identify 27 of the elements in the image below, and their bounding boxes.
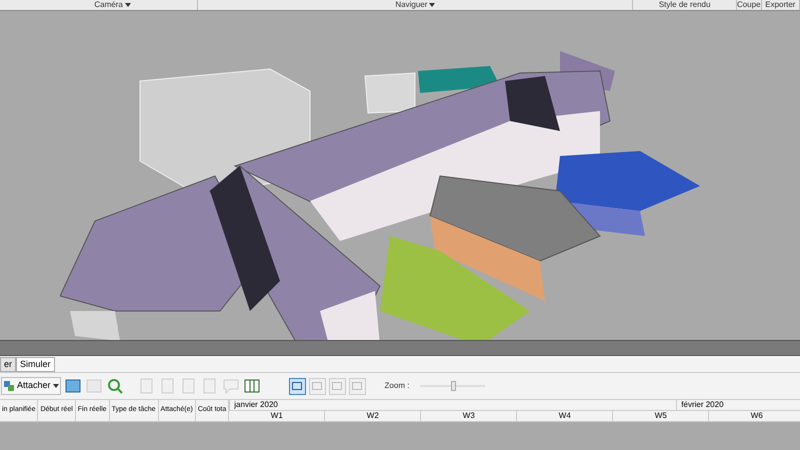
panel-tab[interactable]: Simuler [16, 357, 55, 372]
caret-icon [124, 3, 131, 7]
ribbon-group-label[interactable]: Caméra [28, 0, 198, 10]
panel-tab[interactable]: er [0, 357, 16, 372]
month-header: janvier 2020 [229, 400, 676, 410]
week-header: W6 [709, 411, 800, 421]
slider-thumb[interactable] [450, 381, 456, 391]
week-header: W2 [325, 411, 422, 421]
ribbon-group-label[interactable]: Exporter [762, 0, 800, 10]
zoom-slider[interactable] [420, 381, 486, 391]
ribbon-group-label[interactable]: Naviguer [198, 0, 634, 10]
week-header: W5 [613, 411, 710, 421]
zoom-label: Zoom : [384, 380, 410, 392]
month-header: février 2020 [676, 400, 800, 410]
view-button[interactable] [288, 378, 306, 394]
link-icon [3, 380, 15, 392]
week-header: W3 [421, 411, 518, 421]
panel-splitter[interactable] [0, 340, 800, 356]
ribbon-group-label[interactable]: Coupe [736, 0, 762, 10]
week-header: W1 [229, 411, 326, 421]
search-icon[interactable] [106, 377, 124, 395]
caret-icon [52, 384, 59, 388]
columns-icon[interactable] [242, 377, 261, 395]
week-header: W4 [517, 411, 614, 421]
attach-button[interactable]: Attacher [1, 377, 61, 395]
ribbon-group-label[interactable]: Style de rendu [633, 0, 737, 10]
caret-icon [429, 3, 436, 7]
